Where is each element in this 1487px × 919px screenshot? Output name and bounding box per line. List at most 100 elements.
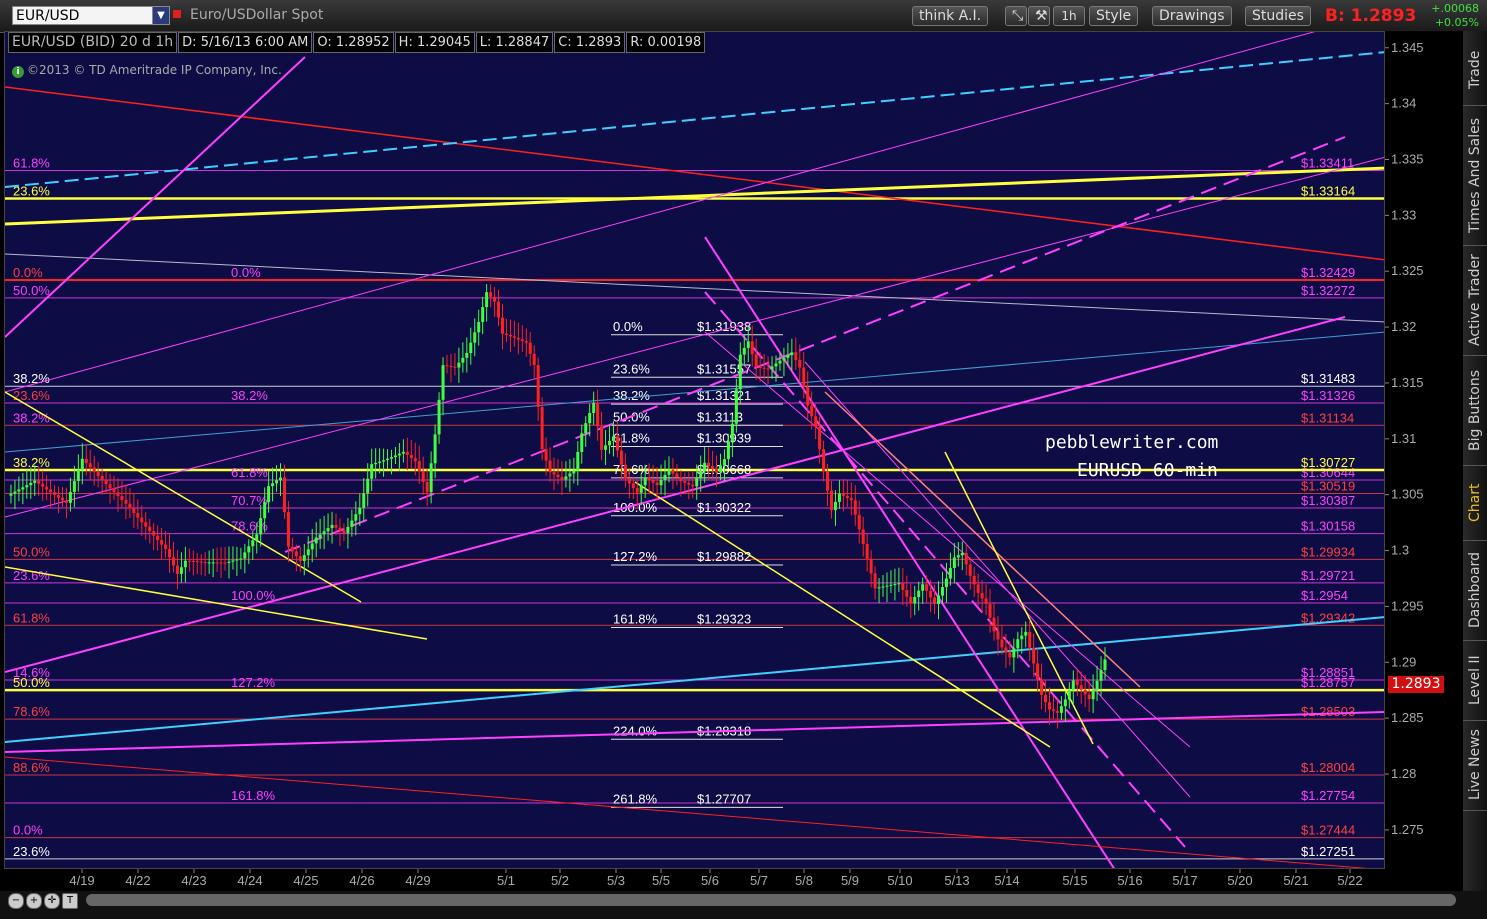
candle-body <box>1040 679 1044 695</box>
fib-second-label: 61.8% <box>231 465 268 480</box>
link-icon[interactable] <box>173 10 181 18</box>
candle-body <box>1048 702 1052 710</box>
fib-left-label: 0.0% <box>13 823 43 838</box>
candle-body <box>53 492 57 496</box>
chart-plot-area[interactable]: $1.33411 $1.33164 $1.32429 $1.32272 $1.31483… <box>4 31 1385 869</box>
candle-body <box>92 467 96 472</box>
zoom-in-icon[interactable]: + <box>26 893 42 909</box>
candle-body <box>540 407 544 450</box>
candle-body <box>596 402 600 427</box>
info-icon[interactable]: i <box>12 66 24 78</box>
candle-body <box>730 423 734 442</box>
drawings-button[interactable]: Drawings <box>1152 6 1232 26</box>
candle-body <box>1103 659 1107 671</box>
crosshair-tool-icon[interactable]: ✛ <box>44 893 60 909</box>
studies-button[interactable]: Studies <box>1245 6 1311 26</box>
candle-body <box>37 480 41 484</box>
period-button[interactable]: 1h <box>1053 6 1085 26</box>
candle-body <box>683 481 687 483</box>
candle-body <box>671 469 675 474</box>
side-tab-live-news[interactable]: Live News <box>1463 720 1487 811</box>
candle-body <box>457 362 461 368</box>
y-tick-label: 1.34 <box>1391 96 1416 111</box>
side-tab-level-ii[interactable]: Level II <box>1463 640 1487 721</box>
side-tab-big-buttons[interactable]: Big Buttons <box>1463 355 1487 466</box>
symbol-dropdown-icon[interactable]: ▼ <box>152 6 170 25</box>
candle-body <box>469 342 473 354</box>
candle-body <box>366 478 370 494</box>
trend-line <box>704 236 1115 868</box>
candle-body <box>798 359 802 368</box>
side-tab-chart[interactable]: Chart <box>1463 465 1487 541</box>
candle-body <box>144 522 148 527</box>
price-axis[interactable]: 1.345 1.34 1.335 1.33 1.325 1.32 1.315 1.31 1.30… <box>1385 31 1463 869</box>
candle-body <box>318 534 322 538</box>
time-axis[interactable]: 4/19 4/22 4/23 4/24 4/25 4/26 4/29 5/1 5/2 5/3 5/5… <box>4 869 1385 891</box>
candle-body <box>84 458 88 464</box>
x-tick-label: 4/24 <box>237 873 262 888</box>
y-tick-label: 1.31 <box>1391 431 1416 446</box>
candle-body <box>548 460 552 473</box>
candle-body <box>667 469 671 475</box>
think-ai-button[interactable]: think A.I. <box>912 6 989 26</box>
candle-body <box>275 480 279 484</box>
chart-scrollbar[interactable] <box>86 894 1456 906</box>
candle-body <box>445 365 449 367</box>
candle-body <box>790 352 794 356</box>
bar-range: R: 0.00198 <box>626 32 706 53</box>
crosshair-icon[interactable]: ⤡ <box>1005 6 1027 26</box>
x-tick-label: 4/25 <box>293 873 318 888</box>
side-tab-dashboard[interactable]: Dashboard <box>1463 540 1487 641</box>
candle-body <box>279 477 283 481</box>
candle-body <box>354 514 358 521</box>
candle-body <box>604 445 608 450</box>
fib-mid-price: $1.31557 <box>697 361 751 376</box>
candle-body <box>885 585 889 587</box>
fib-mid-price: $1.30322 <box>697 500 751 515</box>
x-tick-label: 5/22 <box>1337 873 1362 888</box>
time-range-icon[interactable]: T <box>62 893 78 909</box>
copyright-text: ©2013 © TD Ameritrade IP Company, Inc. <box>27 63 282 77</box>
y-tick-label: 1.29 <box>1391 654 1416 669</box>
candle-body <box>544 449 548 461</box>
candle-body <box>925 584 929 591</box>
price-axis-svg: 1.345 1.34 1.335 1.33 1.325 1.32 1.315 1.31 1.30… <box>1385 40 1424 837</box>
candle-body <box>552 472 556 475</box>
trend-line <box>5 316 1346 673</box>
candle-body <box>338 527 342 531</box>
candle-body <box>893 584 897 586</box>
y-tick-label: 1.33 <box>1391 207 1416 222</box>
candle-body <box>810 405 814 417</box>
fib-level-price: $1.28503 <box>1301 704 1355 719</box>
fib-mid-price: $1.27707 <box>697 791 751 806</box>
bar-low: L: 1.28847 <box>475 32 554 53</box>
candle-body <box>703 462 707 471</box>
candle-body <box>818 427 822 450</box>
side-tab-active-trader[interactable]: Active Trader <box>1463 245 1487 356</box>
fib-second-label: 100.0% <box>231 588 276 603</box>
symbol-input[interactable]: EUR/USD <box>12 6 154 25</box>
candle-body <box>453 366 457 368</box>
candle-body <box>378 461 382 463</box>
x-tick-label: 5/14 <box>994 873 1019 888</box>
zoom-out-icon[interactable]: − <box>8 893 24 909</box>
candle-body <box>770 366 774 370</box>
candle-body <box>1087 694 1091 700</box>
style-button[interactable]: Style <box>1089 6 1139 26</box>
wrench-icon[interactable]: ⚒ <box>1028 6 1050 26</box>
candle-body <box>774 363 778 367</box>
candle-body <box>707 462 711 466</box>
candle-body <box>580 433 584 452</box>
candle-body <box>627 478 631 484</box>
candle-body <box>76 469 80 482</box>
candle-body <box>917 590 921 598</box>
side-tab-times-and-sales[interactable]: Times And Sales <box>1463 105 1487 246</box>
fib-mid-price: $1.31938 <box>697 319 751 334</box>
side-tab-trade[interactable]: Trade <box>1463 35 1487 106</box>
candle-body <box>897 583 901 585</box>
candle-body <box>532 353 536 365</box>
candle-body <box>921 584 925 591</box>
candle-body <box>1044 694 1048 703</box>
candle-body <box>397 453 401 456</box>
candle-body <box>504 333 508 336</box>
